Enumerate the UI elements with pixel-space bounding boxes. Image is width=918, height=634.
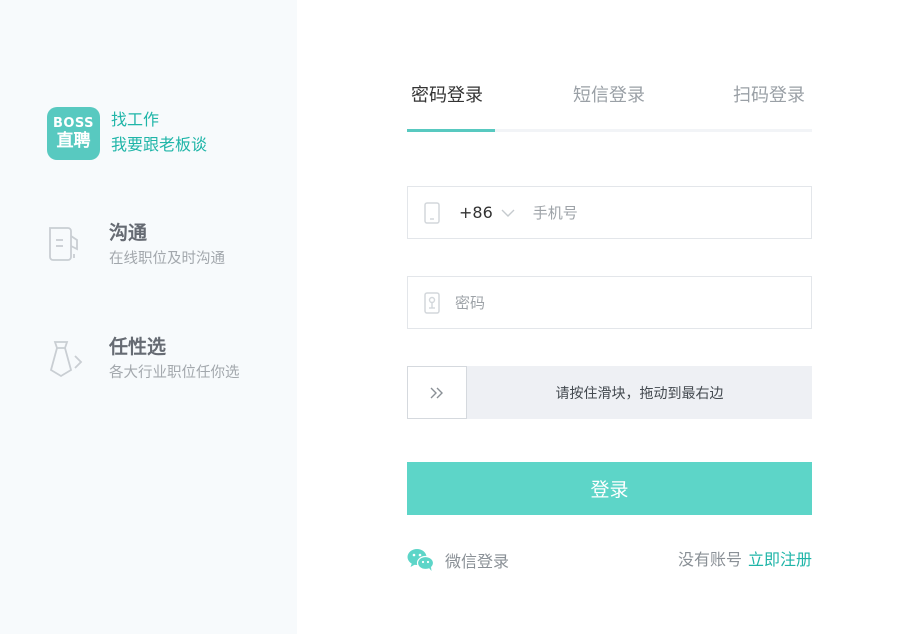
slider-captcha: 请按住滑块，拖动到最右边 [407, 366, 812, 419]
slider-handle[interactable] [407, 366, 467, 419]
slogan-line-2: 我要跟老板谈 [111, 135, 208, 154]
logo-text-bottom: 直聘 [56, 131, 91, 151]
country-code-value: +86 [459, 203, 493, 222]
no-account-text: 没有账号 [677, 550, 742, 569]
feature-title: 沟通 [109, 222, 148, 244]
feature-title: 任性选 [109, 336, 167, 358]
tab-qr-login[interactable]: 扫码登录 [733, 83, 805, 109]
boss-logo: BOSS 直聘 [47, 107, 100, 160]
register-link[interactable]: 立即注册 [748, 548, 812, 572]
phone-icon [424, 201, 440, 224]
lock-icon [424, 291, 440, 314]
logo-text-top: BOSS [52, 116, 95, 131]
login-page: BOSS 直聘 找工作 我要跟老板谈 沟通 在线职位及时沟通 任性选 各大行业职… [0, 0, 918, 634]
double-chevron-right-icon [430, 387, 443, 398]
feature-communicate: 沟通 在线职位及时沟通 [47, 220, 225, 270]
phone-field: +86 [407, 186, 812, 239]
wechat-login-label: 微信登录 [445, 552, 510, 571]
slider-hint: 请按住滑块，拖动到最右边 [555, 385, 724, 402]
tab-password-login[interactable]: 密码登录 [411, 83, 483, 109]
phone-input[interactable] [532, 197, 793, 228]
brand-slogan: 找工作 我要跟老板谈 [111, 107, 207, 157]
tie-icon [49, 341, 83, 378]
wechat-login-link[interactable]: 微信登录 [407, 548, 509, 572]
slogan-line-1: 找工作 [111, 110, 160, 129]
chat-document-icon [49, 227, 78, 261]
wechat-icon [407, 549, 434, 571]
login-button[interactable]: 登录 [407, 462, 812, 515]
feature-desc: 各大行业职位任你选 [109, 365, 240, 381]
country-code-select[interactable]: +86 [459, 203, 515, 222]
brand: BOSS 直聘 找工作 我要跟老板谈 [47, 107, 207, 160]
chevron-down-icon [501, 209, 515, 217]
left-panel: BOSS 直聘 找工作 我要跟老板谈 沟通 在线职位及时沟通 任性选 各大行业职… [0, 0, 297, 634]
feature-choose: 任性选 各大行业职位任你选 [47, 334, 240, 384]
password-field [407, 276, 812, 329]
tab-sms-login[interactable]: 短信登录 [573, 83, 645, 109]
password-input[interactable] [455, 287, 775, 318]
register-row: 没有账号 立即注册 [678, 548, 812, 572]
active-tab-indicator [407, 129, 495, 132]
login-tabs: 密码登录 短信登录 扫码登录 [407, 80, 812, 132]
feature-desc: 在线职位及时沟通 [109, 251, 225, 267]
